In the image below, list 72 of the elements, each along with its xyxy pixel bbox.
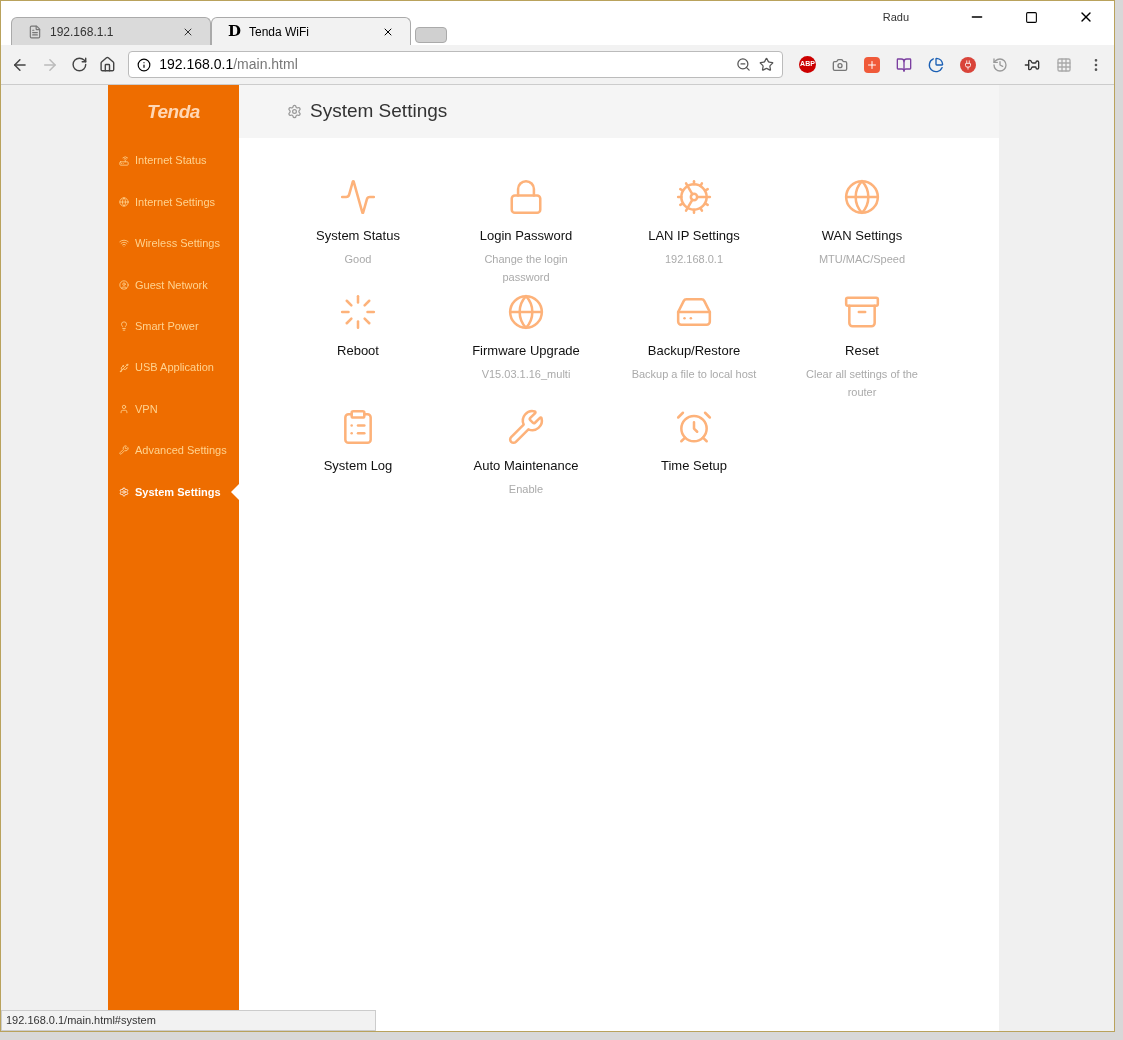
- settings-tile[interactable]: WAN Settings MTU/MAC/Speed: [778, 178, 946, 293]
- person-icon: [119, 404, 129, 415]
- tab-title: 192.168.1.1: [50, 23, 115, 41]
- settings-tile[interactable]: Login Password Change the login password: [442, 178, 610, 293]
- tile-title: Reset: [845, 342, 879, 360]
- tile-subtitle: 192.168.0.1: [663, 251, 725, 267]
- tab-title: Tenda WiFi: [249, 23, 311, 41]
- wifi-icon: [119, 238, 129, 249]
- tile-subtitle: MTU/MAC/Speed: [817, 251, 907, 267]
- globe-icon: [843, 178, 881, 216]
- reload-icon[interactable]: [70, 56, 88, 73]
- tile-subtitle: Backup a file to local host: [630, 366, 758, 382]
- url-text: 192.168.0.1/main.html: [159, 55, 299, 74]
- lightbulb-icon: [119, 321, 129, 332]
- tile-title: Reboot: [337, 342, 379, 360]
- tile-title: System Log: [323, 457, 393, 475]
- tile-title: LAN IP Settings: [648, 227, 740, 245]
- browser-tab[interactable]: 192.168.1.1: [11, 17, 211, 45]
- info-icon: [137, 57, 152, 72]
- camera-icon[interactable]: [832, 56, 848, 73]
- settings-tile[interactable]: System Status Good: [274, 178, 442, 293]
- pulse-icon: [339, 178, 377, 216]
- tile-title: Auto Maintenance: [473, 457, 579, 475]
- notebook-icon[interactable]: [896, 56, 912, 73]
- history-icon[interactable]: [992, 56, 1008, 73]
- globe-icon: [119, 197, 129, 208]
- settings-icon: [119, 486, 129, 497]
- settings-tile[interactable]: Backup/Restore Backup a file to local host: [610, 293, 778, 408]
- tile-subtitle: Good: [343, 251, 373, 267]
- cog-icon: [675, 178, 713, 216]
- zoom-out-icon[interactable]: [736, 57, 751, 72]
- router-icon: [119, 155, 129, 166]
- tab-logo: D: [228, 21, 241, 43]
- usb-icon: [119, 362, 129, 373]
- tile-subtitle: Clear all settings of the router: [805, 366, 919, 400]
- tile-title: WAN Settings: [821, 227, 903, 245]
- user-name: Radu: [882, 9, 909, 25]
- tile-title: Backup/Restore: [647, 342, 741, 360]
- pie-chart-icon[interactable]: [928, 56, 944, 73]
- status-bar: 192.168.0.1/main.html#system: [1, 1010, 376, 1031]
- spinner-icon: [339, 293, 377, 331]
- settings-tile[interactable]: Time Setup: [610, 408, 778, 523]
- address-bar[interactable]: 192.168.0.1/main.html: [128, 51, 783, 78]
- tile-title: System Status: [316, 227, 400, 245]
- gear-icon: [287, 104, 302, 119]
- plus-extension-icon[interactable]: [864, 56, 880, 73]
- lock-icon: [507, 178, 545, 216]
- tile-title: Firmware Upgrade: [472, 342, 580, 360]
- settings-tile[interactable]: Reboot: [274, 293, 442, 408]
- plug-extension-icon[interactable]: [960, 56, 976, 73]
- settings-tile[interactable]: LAN IP Settings 192.168.0.1: [610, 178, 778, 293]
- home-icon[interactable]: [99, 56, 117, 73]
- wrench-icon: [119, 445, 129, 456]
- wrench-icon: [507, 408, 545, 446]
- tenda-logo: Tenda: [146, 100, 201, 125]
- tile-title: Login Password: [479, 227, 573, 245]
- settings-tile[interactable]: Reset Clear all settings of the router: [778, 293, 946, 408]
- settings-tile[interactable]: System Log: [274, 408, 442, 523]
- browser-tab[interactable]: D Tenda WiFi: [211, 17, 411, 45]
- archive-box-icon: [843, 293, 881, 331]
- tile-subtitle: Change the login password: [483, 251, 569, 285]
- bookmark-star-icon[interactable]: [759, 57, 774, 72]
- page-icon: [28, 24, 42, 39]
- page-title: System Settings: [310, 99, 448, 124]
- tile-subtitle: V15.03.1.16_multi: [480, 366, 572, 382]
- globe-icon: [507, 293, 545, 331]
- settings-tile[interactable]: Auto Maintenance Enable: [442, 408, 610, 523]
- maximize-icon[interactable]: [1025, 10, 1038, 24]
- tile-title: Time Setup: [661, 457, 727, 475]
- user-circle-icon: [119, 279, 129, 290]
- settings-tile[interactable]: Firmware Upgrade V15.03.1.16_multi: [442, 293, 610, 408]
- tile-subtitle: Enable: [507, 481, 545, 497]
